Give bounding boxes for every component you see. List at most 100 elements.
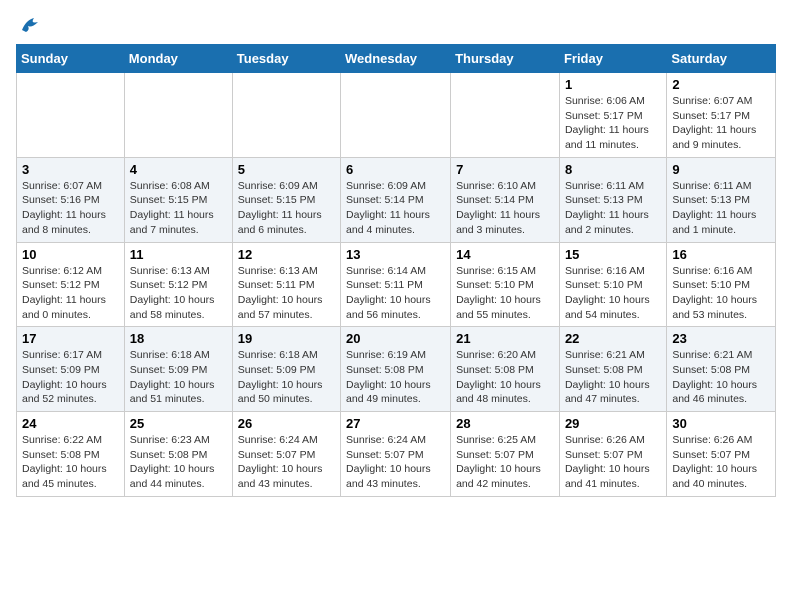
day-info: Sunrise: 6:25 AMSunset: 5:07 PMDaylight:… (456, 433, 554, 492)
calendar-cell: 20 Sunrise: 6:19 AMSunset: 5:08 PMDayligh… (341, 327, 451, 412)
column-header-friday: Friday (559, 45, 666, 73)
day-info: Sunrise: 6:16 AMSunset: 5:10 PMDaylight:… (565, 264, 661, 323)
day-info: Sunrise: 6:21 AMSunset: 5:08 PMDaylight:… (565, 348, 661, 407)
day-info: Sunrise: 6:19 AMSunset: 5:08 PMDaylight:… (346, 348, 445, 407)
calendar-cell (124, 73, 232, 158)
calendar-cell: 25 Sunrise: 6:23 AMSunset: 5:08 PMDayligh… (124, 412, 232, 497)
day-number: 11 (130, 247, 227, 262)
day-number: 3 (22, 162, 119, 177)
day-info: Sunrise: 6:09 AMSunset: 5:14 PMDaylight:… (346, 179, 445, 238)
day-number: 13 (346, 247, 445, 262)
calendar-cell (341, 73, 451, 158)
day-info: Sunrise: 6:23 AMSunset: 5:08 PMDaylight:… (130, 433, 227, 492)
day-number: 6 (346, 162, 445, 177)
calendar-cell: 24 Sunrise: 6:22 AMSunset: 5:08 PMDayligh… (17, 412, 125, 497)
day-number: 12 (238, 247, 335, 262)
logo (16, 16, 42, 34)
day-number: 10 (22, 247, 119, 262)
day-info: Sunrise: 6:11 AMSunset: 5:13 PMDaylight:… (565, 179, 661, 238)
calendar-cell: 19 Sunrise: 6:18 AMSunset: 5:09 PMDayligh… (232, 327, 340, 412)
day-number: 29 (565, 416, 661, 431)
calendar-cell: 6 Sunrise: 6:09 AMSunset: 5:14 PMDaylight… (341, 157, 451, 242)
calendar-header-row: SundayMondayTuesdayWednesdayThursdayFrid… (17, 45, 776, 73)
day-number: 28 (456, 416, 554, 431)
day-info: Sunrise: 6:09 AMSunset: 5:15 PMDaylight:… (238, 179, 335, 238)
day-number: 25 (130, 416, 227, 431)
day-info: Sunrise: 6:10 AMSunset: 5:14 PMDaylight:… (456, 179, 554, 238)
page-header (16, 16, 776, 34)
day-number: 15 (565, 247, 661, 262)
day-number: 24 (22, 416, 119, 431)
day-info: Sunrise: 6:07 AMSunset: 5:16 PMDaylight:… (22, 179, 119, 238)
calendar-week-row: 17 Sunrise: 6:17 AMSunset: 5:09 PMDayligh… (17, 327, 776, 412)
calendar-cell (451, 73, 560, 158)
day-info: Sunrise: 6:12 AMSunset: 5:12 PMDaylight:… (22, 264, 119, 323)
calendar-cell: 7 Sunrise: 6:10 AMSunset: 5:14 PMDaylight… (451, 157, 560, 242)
calendar-cell: 30 Sunrise: 6:26 AMSunset: 5:07 PMDayligh… (667, 412, 776, 497)
day-number: 26 (238, 416, 335, 431)
calendar-cell (17, 73, 125, 158)
day-number: 22 (565, 331, 661, 346)
day-number: 16 (672, 247, 770, 262)
day-info: Sunrise: 6:18 AMSunset: 5:09 PMDaylight:… (130, 348, 227, 407)
calendar-week-row: 10 Sunrise: 6:12 AMSunset: 5:12 PMDayligh… (17, 242, 776, 327)
calendar-cell: 12Sunrise: 6:13 AMSunset: 5:11 PMDayligh… (232, 242, 340, 327)
day-number: 5 (238, 162, 335, 177)
day-number: 17 (22, 331, 119, 346)
day-info: Sunrise: 6:15 AMSunset: 5:10 PMDaylight:… (456, 264, 554, 323)
day-number: 27 (346, 416, 445, 431)
day-number: 30 (672, 416, 770, 431)
calendar-cell: 4 Sunrise: 6:08 AMSunset: 5:15 PMDaylight… (124, 157, 232, 242)
calendar-cell: 2 Sunrise: 6:07 AMSunset: 5:17 PMDaylight… (667, 73, 776, 158)
day-number: 2 (672, 77, 770, 92)
calendar-cell: 9Sunrise: 6:11 AMSunset: 5:13 PMDaylight… (667, 157, 776, 242)
day-info: Sunrise: 6:21 AMSunset: 5:08 PMDaylight:… (672, 348, 770, 407)
day-info: Sunrise: 6:18 AMSunset: 5:09 PMDaylight:… (238, 348, 335, 407)
calendar-cell: 17 Sunrise: 6:17 AMSunset: 5:09 PMDayligh… (17, 327, 125, 412)
calendar-week-row: 3 Sunrise: 6:07 AMSunset: 5:16 PMDaylight… (17, 157, 776, 242)
logo-bird-icon (20, 16, 42, 34)
day-info: Sunrise: 6:11 AMSunset: 5:13 PMDaylight:… (672, 179, 770, 238)
day-info: Sunrise: 6:07 AMSunset: 5:17 PMDaylight:… (672, 94, 770, 153)
day-number: 14 (456, 247, 554, 262)
day-number: 19 (238, 331, 335, 346)
day-info: Sunrise: 6:17 AMSunset: 5:09 PMDaylight:… (22, 348, 119, 407)
day-info: Sunrise: 6:22 AMSunset: 5:08 PMDaylight:… (22, 433, 119, 492)
calendar-cell: 8 Sunrise: 6:11 AMSunset: 5:13 PMDaylight… (559, 157, 666, 242)
column-header-monday: Monday (124, 45, 232, 73)
day-info: Sunrise: 6:20 AMSunset: 5:08 PMDaylight:… (456, 348, 554, 407)
column-header-tuesday: Tuesday (232, 45, 340, 73)
calendar-cell: 27 Sunrise: 6:24 AMSunset: 5:07 PMDayligh… (341, 412, 451, 497)
day-number: 18 (130, 331, 227, 346)
calendar-cell: 28 Sunrise: 6:25 AMSunset: 5:07 PMDayligh… (451, 412, 560, 497)
calendar-week-row: 24 Sunrise: 6:22 AMSunset: 5:08 PMDayligh… (17, 412, 776, 497)
calendar-cell: 10 Sunrise: 6:12 AMSunset: 5:12 PMDayligh… (17, 242, 125, 327)
calendar-cell: 29 Sunrise: 6:26 AMSunset: 5:07 PMDayligh… (559, 412, 666, 497)
calendar-cell: 26Sunrise: 6:24 AMSunset: 5:07 PMDayligh… (232, 412, 340, 497)
day-info: Sunrise: 6:26 AMSunset: 5:07 PMDaylight:… (672, 433, 770, 492)
day-number: 21 (456, 331, 554, 346)
calendar-cell: 5 Sunrise: 6:09 AMSunset: 5:15 PMDaylight… (232, 157, 340, 242)
day-info: Sunrise: 6:13 AMSunset: 5:12 PMDaylight:… (130, 264, 227, 323)
calendar-cell (232, 73, 340, 158)
column-header-thursday: Thursday (451, 45, 560, 73)
calendar-cell: 14 Sunrise: 6:15 AMSunset: 5:10 PMDayligh… (451, 242, 560, 327)
calendar-cell: 1 Sunrise: 6:06 AMSunset: 5:17 PMDaylight… (559, 73, 666, 158)
calendar-cell: 16 Sunrise: 6:16 AMSunset: 5:10 PMDayligh… (667, 242, 776, 327)
calendar-cell: 23Sunrise: 6:21 AMSunset: 5:08 PMDayligh… (667, 327, 776, 412)
calendar-week-row: 1 Sunrise: 6:06 AMSunset: 5:17 PMDaylight… (17, 73, 776, 158)
calendar-cell: 11 Sunrise: 6:13 AMSunset: 5:12 PMDayligh… (124, 242, 232, 327)
day-number: 7 (456, 162, 554, 177)
column-header-sunday: Sunday (17, 45, 125, 73)
day-info: Sunrise: 6:16 AMSunset: 5:10 PMDaylight:… (672, 264, 770, 323)
day-info: Sunrise: 6:24 AMSunset: 5:07 PMDaylight:… (346, 433, 445, 492)
calendar-cell: 22 Sunrise: 6:21 AMSunset: 5:08 PMDayligh… (559, 327, 666, 412)
day-number: 4 (130, 162, 227, 177)
day-number: 1 (565, 77, 661, 92)
day-number: 8 (565, 162, 661, 177)
column-header-saturday: Saturday (667, 45, 776, 73)
day-info: Sunrise: 6:06 AMSunset: 5:17 PMDaylight:… (565, 94, 661, 153)
day-number: 20 (346, 331, 445, 346)
day-info: Sunrise: 6:26 AMSunset: 5:07 PMDaylight:… (565, 433, 661, 492)
day-info: Sunrise: 6:08 AMSunset: 5:15 PMDaylight:… (130, 179, 227, 238)
